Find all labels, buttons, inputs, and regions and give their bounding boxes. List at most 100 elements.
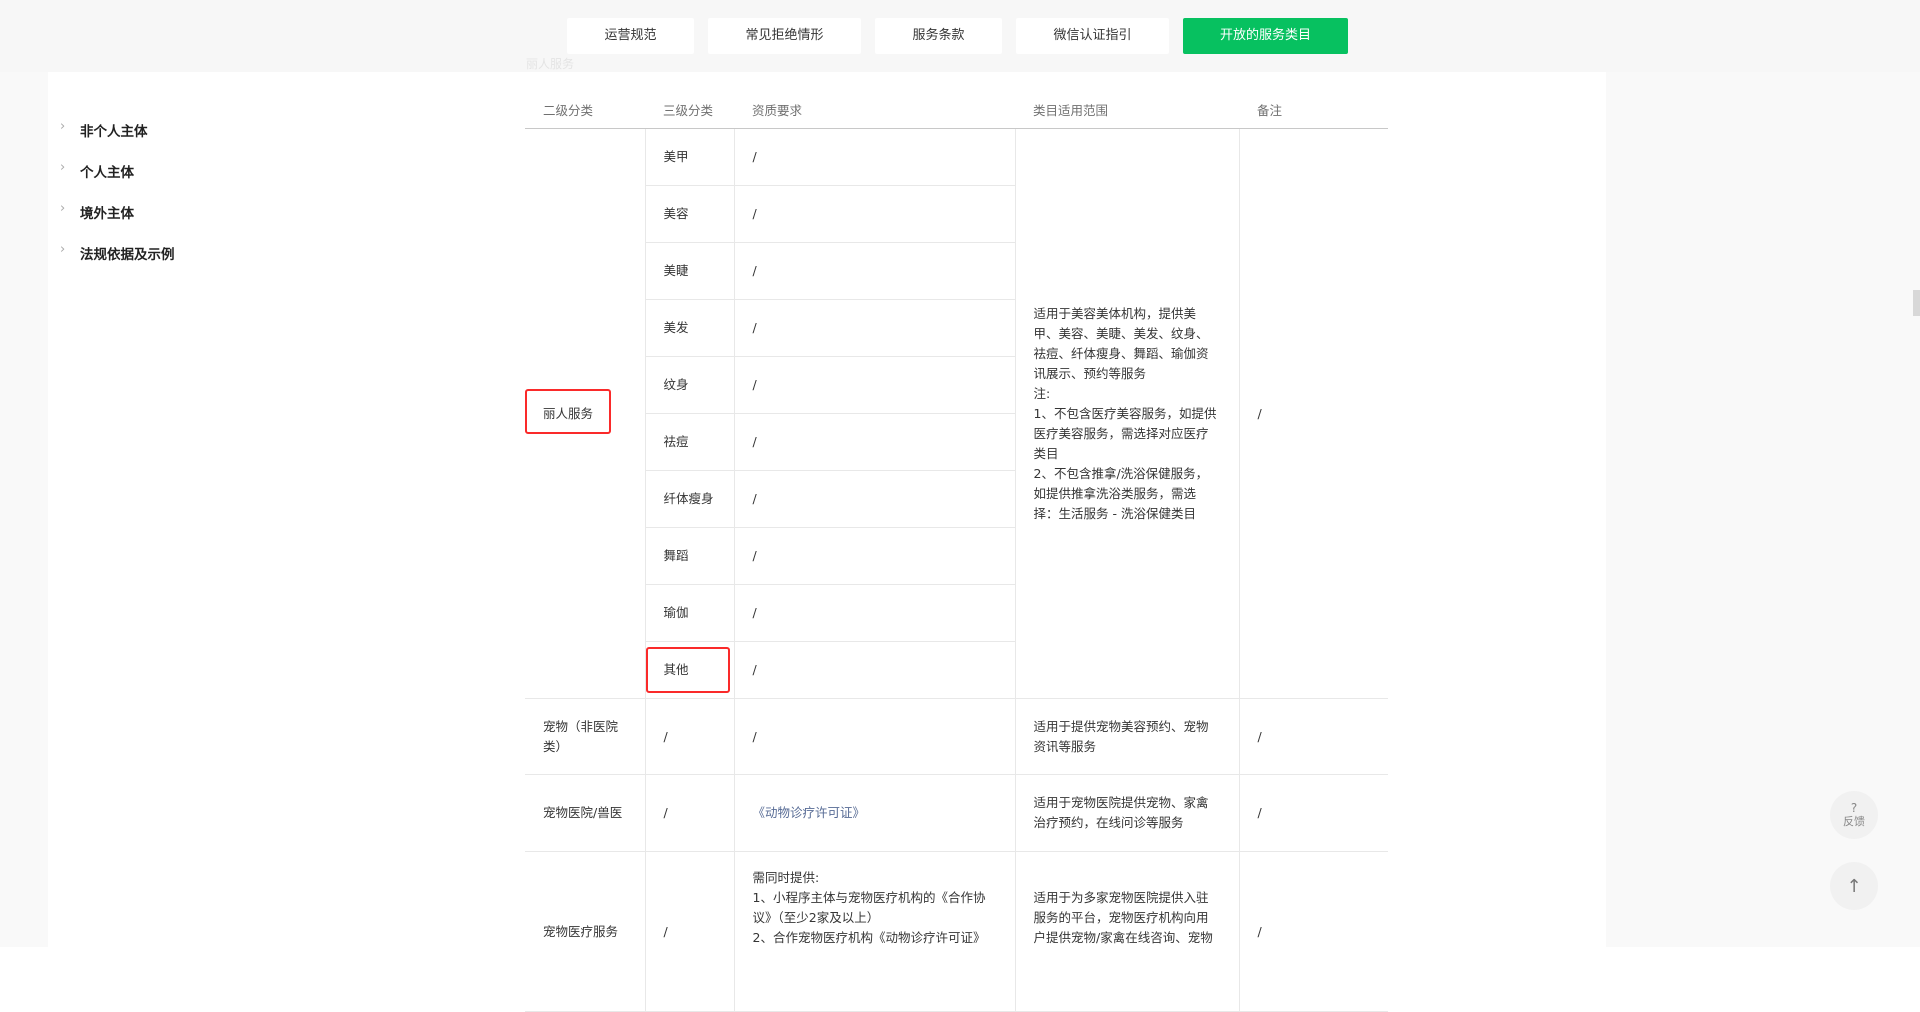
tab-common-rejections[interactable]: 常见拒绝情形 [708,18,861,54]
scope-line: 适用于宠物医院提供宠物、家禽 [1033,795,1209,810]
scope-cell: 适用于美容美体机构，提供美 甲、美容、美睫、美发、纹身、 祛痘、纤体瘦身、舞蹈、… [1014,128,1240,699]
license-link[interactable]: 《动物诊疗许可证》 [753,805,866,820]
subcategory-cell: 纤体瘦身 [645,470,735,528]
section-heading: 丽人服务 [526,57,575,71]
highlight-box-other [646,647,730,693]
scope-line: 治疗预约，在线问诊等服务 [1033,815,1184,830]
qualification-line: 2、合作宠物医疗机构《动物诊疗许可证》 [752,930,986,945]
subcategory-cell: 美发 [645,299,735,357]
back-to-top-button[interactable]: ↑ [1830,862,1878,910]
col-header-level2: 二级分类 [525,90,645,129]
note-cell: / [1238,698,1388,775]
col-header-scope: 类目适用范围 [1015,90,1239,129]
scope-line: 择：生活服务 - 洗浴保健类目 [1033,505,1196,521]
category-line: 类） [543,738,569,754]
scope-line: 适用于提供宠物美容预约、宠物 [1033,718,1209,734]
table-row: 宠物医院/兽医 / 《动物诊疗许可证》 适用于宠物医院提供宠物、家禽 治疗预约，… [525,774,1388,852]
qualification-cell: / [733,470,1015,528]
tab-open-service-categories[interactable]: 开放的服务类目 [1183,18,1348,54]
col-header-note: 备注 [1239,90,1388,129]
qualification-line: 需同时提供: [752,870,820,885]
sidebar: › 非个人主体 › 个人主体 › 境外主体 › 法规依据及示例 [48,72,306,947]
subcategory-cell: 美睫 [645,242,735,300]
subcategory-cell: 祛痘 [645,413,735,471]
scope-line: 2、不包含推拿/洗浴保健服务， [1033,465,1209,481]
scope-line: 服务的平台，宠物医疗机构向用 [1033,910,1209,925]
scope-line: 如提供推拿洗浴类服务，需选 [1033,485,1197,501]
arrow-up-icon: ↑ [1846,875,1862,897]
scope-cell: 适用于为多家宠物医院提供入驻 服务的平台，宠物医疗机构向用 户提供宠物/家禽在线… [1014,851,1240,1012]
qualification-cell: / [733,299,1015,357]
qualification-line: 1、小程序主体与宠物医疗机构的《合作协 [752,890,986,905]
scope-line: 祛痘、纤体瘦身、舞蹈、瑜伽资 [1033,345,1209,361]
qualification-cell: / [733,584,1015,642]
subcategory-cell: / [644,774,735,852]
subcategory-cell: 瑜伽 [645,584,735,642]
feedback-button[interactable]: ? 反馈 [1830,791,1878,839]
qualification-cell: 需同时提供: 1、小程序主体与宠物医疗机构的《合作协 议》（至少2家及以上） 2… [733,851,1016,1012]
top-nav: 运营规范 常见拒绝情形 服务条款 微信认证指引 开放的服务类目 [0,0,1920,72]
category-table: 二级分类 三级分类 资质要求 类目适用范围 备注 丽人服务 美甲 / 适用于美容… [525,90,1388,1012]
feedback-label: 反馈 [1843,815,1865,828]
table-row: 宠物医疗服务 / 需同时提供: 1、小程序主体与宠物医疗机构的《合作协 议》（至… [525,851,1388,1012]
sidebar-item-label: 境外主体 [80,206,134,222]
category-line: 宠物（非医院 [543,718,619,734]
scope-cell: 适用于宠物医院提供宠物、家禽 治疗预约，在线问诊等服务 [1014,774,1240,852]
subcategory-cell: / [644,851,735,1012]
sidebar-item-individual[interactable]: › 个人主体 [60,160,134,181]
scope-cell: 适用于提供宠物美容预约、宠物 资讯等服务 [1014,698,1240,775]
note-cell: / [1238,774,1388,852]
chevron-right-icon: › [60,242,66,257]
table-row: 丽人服务 美甲 / 适用于美容美体机构，提供美 甲、美容、美睫、美发、纹身、 祛… [525,128,1388,699]
category-cell: 宠物（非医院 类） [525,698,646,775]
tab-wechat-verification[interactable]: 微信认证指引 [1016,18,1169,54]
qualification-cell: / [733,356,1015,414]
highlight-box-category [525,389,611,434]
qualification-cell: / [733,641,1015,699]
sidebar-item-overseas[interactable]: › 境外主体 [60,201,134,222]
left-margin [0,72,48,947]
qualification-cell: / [733,413,1015,471]
col-header-level3: 三级分类 [645,90,734,129]
qualification-cell: / [733,128,1016,186]
tab-terms-of-service[interactable]: 服务条款 [875,18,1002,54]
category-cell: 宠物医院/兽医 [525,774,646,852]
chevron-right-icon: › [60,119,66,134]
qualification-cell: / [733,527,1015,585]
scope-line: 适用于为多家宠物医院提供入驻 [1033,890,1209,905]
tab-bar: 运营规范 常见拒绝情形 服务条款 微信认证指引 开放的服务类目 [567,18,1348,54]
sidebar-item-label: 个人主体 [80,165,134,181]
scope-line: 资讯等服务 [1033,738,1097,754]
qualification-cell: / [733,185,1015,243]
qualification-cell: 《动物诊疗许可证》 [733,774,1016,852]
category-cell: 宠物医疗服务 [525,851,646,1012]
question-icon: ? [1850,801,1858,815]
scope-line: 1、不包含医疗美容服务，如提供 [1033,405,1217,421]
chevron-right-icon: › [60,201,66,216]
col-header-qualification: 资质要求 [734,90,1015,129]
tab-operation-rules[interactable]: 运营规范 [567,18,694,54]
table-row: 宠物（非医院 类） / / 适用于提供宠物美容预约、宠物 资讯等服务 / [525,698,1388,775]
scope-line: 医疗美容服务，需选择对应医疗 [1033,425,1209,441]
chevron-right-icon: › [60,160,66,175]
scope-line: 甲、美容、美睫、美发、纹身、 [1033,325,1209,341]
scope-line: 注: [1033,385,1051,401]
scope-line: 类目 [1033,445,1059,461]
scrollbar-thumb[interactable] [1913,290,1920,316]
scope-line: 适用于美容美体机构，提供美 [1033,305,1197,321]
sidebar-item-non-individual[interactable]: › 非个人主体 [60,119,148,140]
subcategory-cell: 美容 [645,185,735,243]
sidebar-item-label: 法规依据及示例 [80,247,175,263]
subcategory-cell: 美甲 [644,128,735,186]
subcategory-cell: 纹身 [645,356,735,414]
sidebar-item-regulations[interactable]: › 法规依据及示例 [60,242,175,263]
scope-line: 讯展示、预约等服务 [1033,365,1147,381]
note-cell: / [1238,851,1388,1012]
qualification-line: 议》（至少2家及以上） [752,910,880,925]
subcategory-cell: / [644,698,735,775]
note-cell: / [1238,128,1388,699]
qualification-cell: / [733,242,1015,300]
qualification-cell: / [733,698,1016,775]
sidebar-item-label: 非个人主体 [80,124,148,140]
subcategory-cell: 舞蹈 [645,527,735,585]
